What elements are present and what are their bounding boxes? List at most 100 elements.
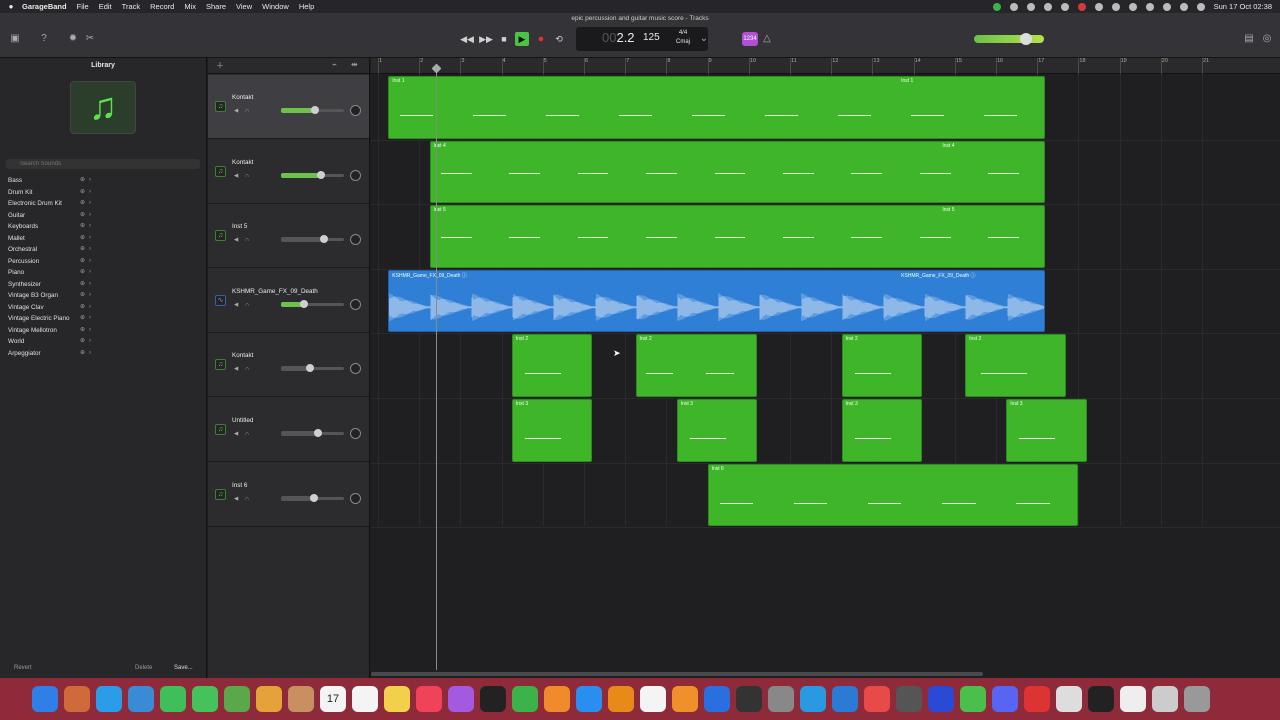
folder-icon[interactable] xyxy=(1152,686,1178,712)
mute-icon[interactable]: ◀ xyxy=(234,302,238,308)
library-item[interactable]: Vintage B3 Organ ⊕ › xyxy=(0,290,207,302)
midi-region[interactable]: Inst 3 xyxy=(676,399,758,462)
midi-region[interactable]: Inst 4 Inst 4 xyxy=(429,140,1046,204)
track-header[interactable]: ♫ Inst 5 ◀ ∩ xyxy=(208,204,369,269)
pan-knob[interactable] xyxy=(350,363,361,375)
add-circle-icon[interactable]: ⊕ xyxy=(80,244,85,256)
menu-record[interactable]: Record xyxy=(150,2,174,11)
library-toggle-icon[interactable]: ▣ xyxy=(8,32,22,46)
library-item[interactable]: Electronic Drum Kit ⊕ › xyxy=(0,198,207,210)
garageband-icon[interactable] xyxy=(672,686,698,712)
ruler-bar-label[interactable]: 12 xyxy=(831,58,838,74)
track-name[interactable]: Kontakt xyxy=(232,94,253,101)
library-search-input[interactable] xyxy=(6,159,200,169)
track-header[interactable]: ♫ Kontakt ◀ ∩ xyxy=(208,333,369,398)
facetime-icon[interactable] xyxy=(160,686,186,712)
utorrent-icon[interactable] xyxy=(960,686,986,712)
add-circle-icon[interactable]: ⊕ xyxy=(80,221,85,233)
headphones-icon[interactable]: ∩ xyxy=(245,366,249,372)
control-center-icon[interactable] xyxy=(1179,2,1188,11)
menu-mix[interactable]: Mix xyxy=(184,2,196,11)
track-volume-slider[interactable] xyxy=(281,235,344,244)
mute-icon[interactable]: ◀ xyxy=(234,431,238,437)
library-item[interactable]: Arpeggiator ⊕ › xyxy=(0,348,207,360)
add-circle-icon[interactable]: ⊕ xyxy=(80,302,85,314)
shield-tray-icon[interactable] xyxy=(1043,2,1052,11)
mute-icon[interactable]: ◀ xyxy=(234,366,238,372)
add-track-button[interactable]: ＋ xyxy=(216,60,224,71)
track-header[interactable]: ♫ Kontakt ◀ ∩ xyxy=(208,75,369,139)
ruler-bar-label[interactable]: 13 xyxy=(872,58,880,74)
add-circle-icon[interactable]: ⊕ xyxy=(80,233,85,245)
vpn-icon[interactable] xyxy=(800,686,826,712)
menu-edit[interactable]: Edit xyxy=(99,2,112,11)
midi-region[interactable]: Inst 2 xyxy=(635,334,758,397)
track-name[interactable]: Kontakt xyxy=(232,352,253,359)
track-name[interactable]: Kontakt xyxy=(232,159,253,166)
app-menu[interactable]: GarageBand xyxy=(22,2,67,11)
midi-region[interactable]: Inst 2 xyxy=(841,334,922,397)
clock-tray-icon[interactable] xyxy=(1111,2,1120,11)
notes-icon[interactable] xyxy=(384,686,410,712)
messages-icon[interactable] xyxy=(192,686,218,712)
volume-knob[interactable] xyxy=(306,364,314,373)
midi-region[interactable]: Inst 3 xyxy=(511,399,593,462)
arrangement-area[interactable]: 1 2 3 4 5 6 7 8 9 10 11 12 13 14 15 16 17 18 19 20 21 Inst 1… xyxy=(371,58,1280,678)
launchpad-icon[interactable] xyxy=(64,686,90,712)
app-store-icon[interactable] xyxy=(576,686,602,712)
ruler-bar-label[interactable]: 16 xyxy=(995,58,1003,74)
ruler-bar-label[interactable]: 1 xyxy=(377,58,382,74)
track-volume-slider[interactable] xyxy=(281,364,344,373)
notepad-icon[interactable]: ▤ xyxy=(1242,32,1256,46)
siri-icon[interactable] xyxy=(1196,2,1205,11)
wifi-icon[interactable] xyxy=(1145,2,1154,11)
menu-help[interactable]: Help xyxy=(299,2,314,11)
count-in-button[interactable]: 1234 xyxy=(742,32,758,46)
menu-share[interactable]: Share xyxy=(206,2,226,11)
ruler[interactable]: 1 2 3 4 5 6 7 8 9 10 11 12 13 14 15 16 17 18 19 20 21 xyxy=(371,58,1280,74)
library-item[interactable]: World ⊕ › xyxy=(0,336,207,348)
fast-forward-button[interactable]: ▶▶ xyxy=(479,32,493,46)
add-circle-icon[interactable]: ⊕ xyxy=(80,187,85,199)
ruler-bar-label[interactable]: 7 xyxy=(625,58,629,74)
library-item[interactable]: Vintage Clav ⊕ › xyxy=(0,302,207,314)
library-item[interactable]: Orchestral ⊕ › xyxy=(0,244,207,256)
midi-region[interactable]: Inst 1 Inst 1 xyxy=(388,76,1046,139)
contacts-icon[interactable] xyxy=(288,686,314,712)
headphones-icon[interactable]: ∩ xyxy=(245,302,249,308)
pan-knob[interactable] xyxy=(350,298,361,310)
hy-icon[interactable] xyxy=(1056,686,1082,712)
track-header[interactable]: ♫ Untitled ◀ ∩ xyxy=(208,398,369,462)
mute-icon[interactable]: ◀ xyxy=(234,237,238,243)
add-circle-icon[interactable]: ⊕ xyxy=(80,325,85,337)
logic-icon[interactable] xyxy=(736,686,762,712)
library-item[interactable]: Percussion ⊕ › xyxy=(0,256,207,268)
track-volume-slider[interactable] xyxy=(281,299,344,308)
midi-region[interactable]: Inst 6 xyxy=(707,463,1079,527)
cloud-tray-icon[interactable] xyxy=(1009,2,1018,11)
revert-button[interactable]: Revert xyxy=(14,665,32,671)
midi-region[interactable]: Inst 3 xyxy=(841,399,922,462)
track-header[interactable]: ∿ KSHMR_Game_FX_09_Death ◀ ∩ xyxy=(208,268,369,333)
menu-window[interactable]: Window xyxy=(262,2,289,11)
settings-icon[interactable] xyxy=(768,686,794,712)
midi-region[interactable]: Inst 3 xyxy=(1006,399,1087,462)
library-item[interactable]: Synthesizer ⊕ › xyxy=(0,279,207,291)
document-icon[interactable] xyxy=(1120,686,1146,712)
reminders-icon[interactable] xyxy=(352,686,378,712)
audio-region[interactable]: KSHMR_Game_FX_09_Death ⓘ KSHMR_Game_FX_09… xyxy=(388,269,1046,333)
pan-knob[interactable] xyxy=(350,428,361,439)
playhead[interactable] xyxy=(435,64,437,670)
bluetooth-tray-icon[interactable] xyxy=(1128,2,1137,11)
track-volume-slider[interactable] xyxy=(281,493,344,502)
pan-knob[interactable] xyxy=(350,105,361,116)
volume-knob[interactable] xyxy=(311,106,319,114)
finder-icon[interactable] xyxy=(32,686,58,712)
stop-button[interactable]: ■ xyxy=(497,32,511,46)
master-volume-knob[interactable] xyxy=(1020,33,1032,45)
tv-icon[interactable] xyxy=(480,686,506,712)
track-volume-slider[interactable] xyxy=(281,170,344,179)
master-volume-slider[interactable] xyxy=(974,33,1044,45)
add-circle-icon[interactable]: ⊕ xyxy=(80,210,85,222)
ruler-bar-label[interactable]: 21 xyxy=(1201,58,1209,74)
